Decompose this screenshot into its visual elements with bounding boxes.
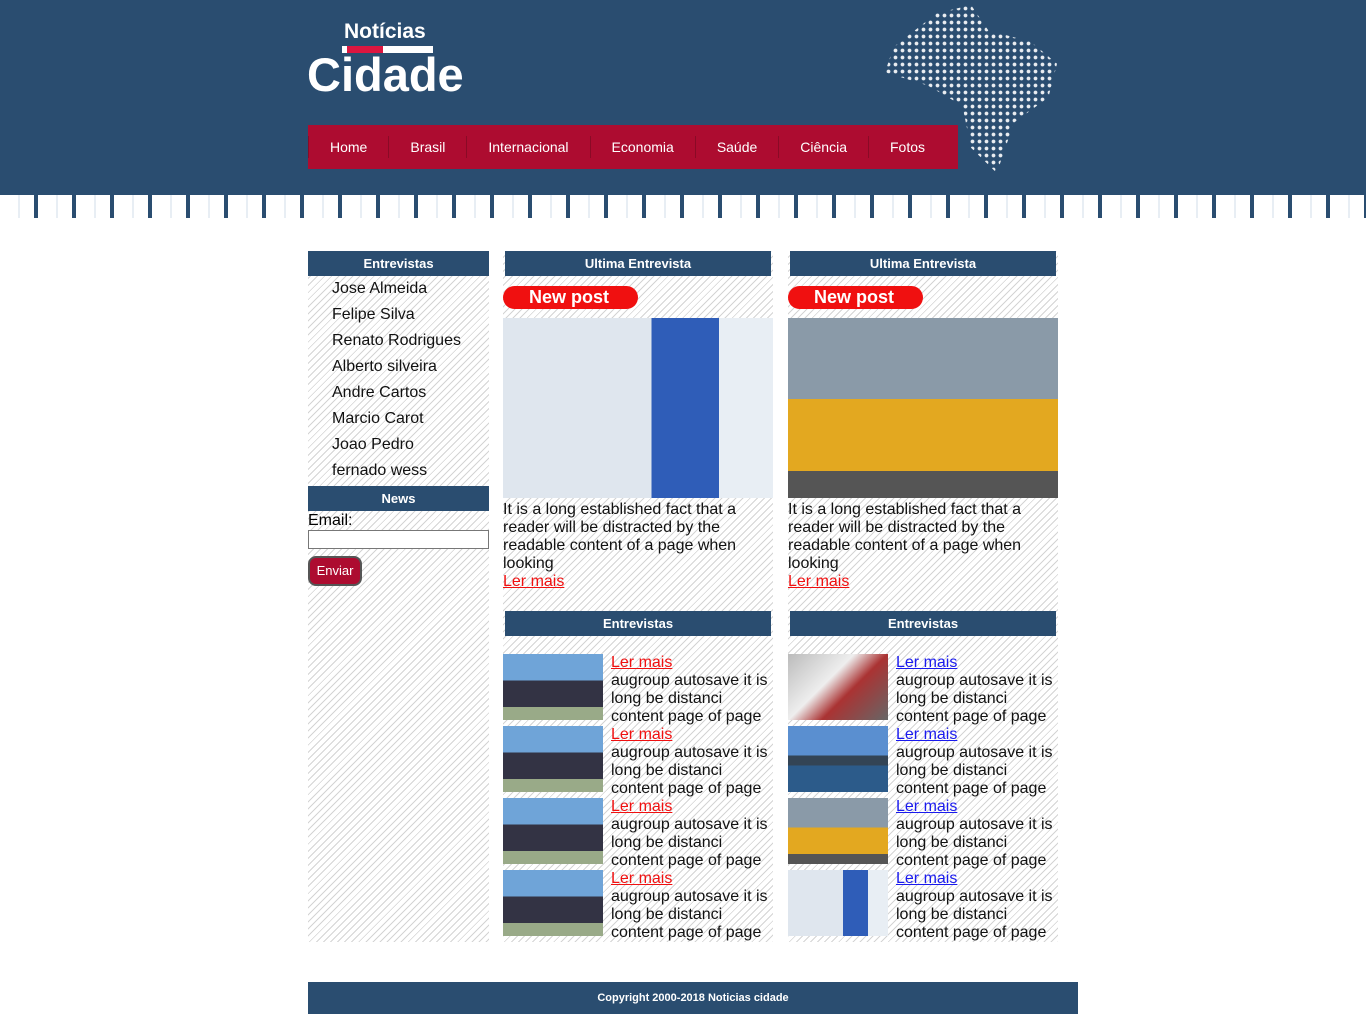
featured-read-more-link[interactable]: Ler mais bbox=[503, 573, 564, 590]
article-snippet: augroup autosave it is long be distanci … bbox=[896, 888, 1053, 941]
nav-economia[interactable]: Economia bbox=[589, 136, 695, 158]
article-row: Ler mais augroup autosave it is long be d… bbox=[788, 798, 1058, 870]
article-thumbnail[interactable] bbox=[503, 798, 603, 864]
article-thumbnail[interactable] bbox=[503, 870, 603, 936]
article-thumbnail[interactable] bbox=[503, 726, 603, 792]
article-row: Ler mais augroup autosave it is long be d… bbox=[503, 654, 773, 726]
email-label: Email: bbox=[308, 512, 353, 529]
sidebar-item[interactable]: Marcio Carot bbox=[308, 406, 489, 432]
sidebar-item[interactable]: fernado wess bbox=[308, 458, 489, 484]
article-thumbnail[interactable] bbox=[788, 870, 888, 936]
read-more-link[interactable]: Ler mais bbox=[896, 870, 957, 887]
featured-image[interactable] bbox=[503, 318, 773, 498]
enviar-button[interactable]: Enviar bbox=[308, 556, 362, 586]
read-more-link[interactable]: Ler mais bbox=[611, 870, 672, 887]
main-nav: Home Brasil Internacional Economia Saúde… bbox=[308, 125, 958, 169]
sidebar: Entrevistas Jose Almeida Felipe Silva Rena… bbox=[308, 251, 489, 942]
article-thumbnail[interactable] bbox=[788, 726, 888, 792]
read-more-link[interactable]: Ler mais bbox=[896, 798, 957, 815]
featured-read-more-link[interactable]: Ler mais bbox=[788, 573, 849, 590]
article-snippet: augroup autosave it is long be distanci … bbox=[896, 672, 1053, 725]
column-title: Ultima Entrevista bbox=[790, 251, 1056, 276]
column-title: Ultima Entrevista bbox=[505, 251, 771, 276]
article-snippet: augroup autosave it is long be distanci … bbox=[896, 816, 1053, 869]
nav-home[interactable]: Home bbox=[308, 136, 388, 158]
sidebar-item[interactable]: Andre Cartos bbox=[308, 380, 489, 406]
article-snippet: augroup autosave it is long be distanci … bbox=[611, 744, 768, 797]
article-snippet: augroup autosave it is long be distanci … bbox=[611, 672, 768, 725]
sidebar-item[interactable]: Jose Almeida bbox=[308, 276, 489, 302]
article-row: Ler mais augroup autosave it is long be d… bbox=[503, 870, 773, 942]
logo-cidade: Cidade bbox=[307, 48, 464, 101]
article-row: Ler mais augroup autosave it is long be d… bbox=[788, 726, 1058, 798]
read-more-link[interactable]: Ler mais bbox=[611, 726, 672, 743]
nav-saude[interactable]: Saúde bbox=[694, 136, 778, 158]
new-post-badge: New post bbox=[788, 286, 923, 309]
sidebar-item[interactable]: Renato Rodrigues bbox=[308, 328, 489, 354]
interview-list: Jose Almeida Felipe Silva Renato Rodrigues… bbox=[308, 276, 489, 484]
article-snippet: augroup autosave it is long be distanci … bbox=[611, 816, 768, 869]
sidebar-title: Entrevistas bbox=[308, 251, 489, 276]
featured-image[interactable] bbox=[788, 318, 1058, 498]
logo-noticias: Notícias bbox=[344, 20, 426, 43]
article-snippet: augroup autosave it is long be distanci … bbox=[896, 744, 1053, 797]
article-thumbnail[interactable] bbox=[503, 654, 603, 720]
article-row: Ler mais augroup autosave it is long be d… bbox=[503, 798, 773, 870]
article-row: Ler mais augroup autosave it is long be d… bbox=[788, 870, 1058, 942]
news-title: News bbox=[308, 486, 489, 511]
read-more-link[interactable]: Ler mais bbox=[611, 798, 672, 815]
featured-text: It is a long established fact that a rea… bbox=[788, 501, 1022, 572]
nav-brasil[interactable]: Brasil bbox=[388, 136, 466, 158]
article-row: Ler mais augroup autosave it is long be d… bbox=[788, 654, 1058, 726]
sidebar-item[interactable]: Joao Pedro bbox=[308, 432, 489, 458]
article-snippet: augroup autosave it is long be distanci … bbox=[611, 888, 768, 941]
footer-copyright: Copyright 2000-2018 Noticias cidade bbox=[308, 982, 1078, 1014]
sidebar-item[interactable]: Alberto silveira bbox=[308, 354, 489, 380]
sidebar-item[interactable]: Felipe Silva bbox=[308, 302, 489, 328]
read-more-link[interactable]: Ler mais bbox=[896, 654, 957, 671]
nav-internacional[interactable]: Internacional bbox=[466, 136, 589, 158]
list-title: Entrevistas bbox=[505, 611, 771, 636]
nav-fotos[interactable]: Fotos bbox=[868, 136, 946, 158]
article-row: Ler mais augroup autosave it is long be d… bbox=[503, 726, 773, 798]
news-column: Ultima Entrevista New post It is a long … bbox=[503, 251, 773, 942]
nav-ciencia[interactable]: Ciência bbox=[778, 136, 868, 158]
news-column: Ultima Entrevista New post It is a long … bbox=[788, 251, 1058, 942]
new-post-badge: New post bbox=[503, 286, 638, 309]
email-input[interactable] bbox=[308, 530, 489, 549]
article-thumbnail[interactable] bbox=[788, 654, 888, 720]
header: Notícias Cidade Home Brasil Internaciona… bbox=[0, 0, 1366, 230]
read-more-link[interactable]: Ler mais bbox=[896, 726, 957, 743]
article-thumbnail[interactable] bbox=[788, 798, 888, 864]
read-more-link[interactable]: Ler mais bbox=[611, 654, 672, 671]
featured-text: It is a long established fact that a rea… bbox=[503, 501, 737, 572]
list-title: Entrevistas bbox=[790, 611, 1056, 636]
